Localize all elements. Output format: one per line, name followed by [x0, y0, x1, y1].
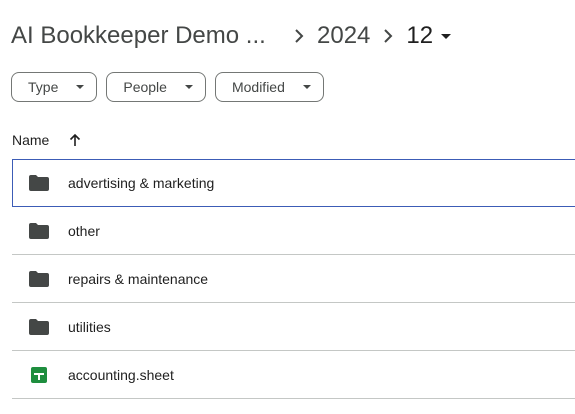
breadcrumb-current-label: 12: [406, 22, 434, 49]
folder-icon: [29, 269, 49, 289]
drive-folder-view: AI Bookkeeper Demo ... 2024 12 Type Peop…: [0, 0, 575, 414]
list-item-folder[interactable]: other: [12, 207, 575, 255]
chevron-right-icon: [283, 29, 315, 43]
item-name: accounting.sheet: [68, 366, 174, 383]
filter-people-label: People: [123, 79, 167, 95]
folder-icon: [29, 173, 49, 193]
breadcrumb-year[interactable]: 2024: [317, 18, 370, 54]
sort-ascending-icon[interactable]: [69, 133, 81, 147]
spreadsheet-icon: [29, 365, 49, 385]
item-name: repairs & maintenance: [68, 270, 209, 287]
caret-down-icon: [76, 85, 85, 89]
caret-down-icon: [441, 33, 452, 39]
item-name: advertising & marketing: [68, 175, 215, 191]
filter-chips: Type People Modified: [11, 72, 324, 102]
folder-icon: [29, 221, 49, 241]
list-item-folder[interactable]: utilities: [12, 303, 575, 351]
file-list: advertising & marketing other repairs & …: [12, 159, 575, 399]
item-name: other: [68, 222, 100, 239]
list-header: Name: [12, 124, 81, 156]
breadcrumb-root[interactable]: AI Bookkeeper Demo ...: [11, 18, 281, 54]
breadcrumb-current-folder[interactable]: 12: [406, 18, 452, 54]
name-column-header[interactable]: Name: [12, 132, 49, 148]
chevron-right-icon: [372, 29, 404, 43]
list-item-folder[interactable]: advertising & marketing: [12, 159, 575, 207]
filter-type-label: Type: [28, 79, 59, 95]
filter-people-chip[interactable]: People: [106, 72, 206, 102]
item-name: utilities: [68, 318, 111, 335]
filter-modified-label: Modified: [231, 79, 285, 95]
caret-down-icon: [184, 85, 193, 89]
folder-icon: [29, 317, 49, 337]
filter-modified-chip[interactable]: Modified: [214, 72, 324, 102]
breadcrumb: AI Bookkeeper Demo ... 2024 12: [11, 18, 452, 54]
caret-down-icon: [302, 85, 311, 89]
list-item-folder[interactable]: repairs & maintenance: [12, 255, 575, 303]
filter-type-chip[interactable]: Type: [11, 72, 98, 102]
list-item-file[interactable]: accounting.sheet: [12, 351, 575, 399]
